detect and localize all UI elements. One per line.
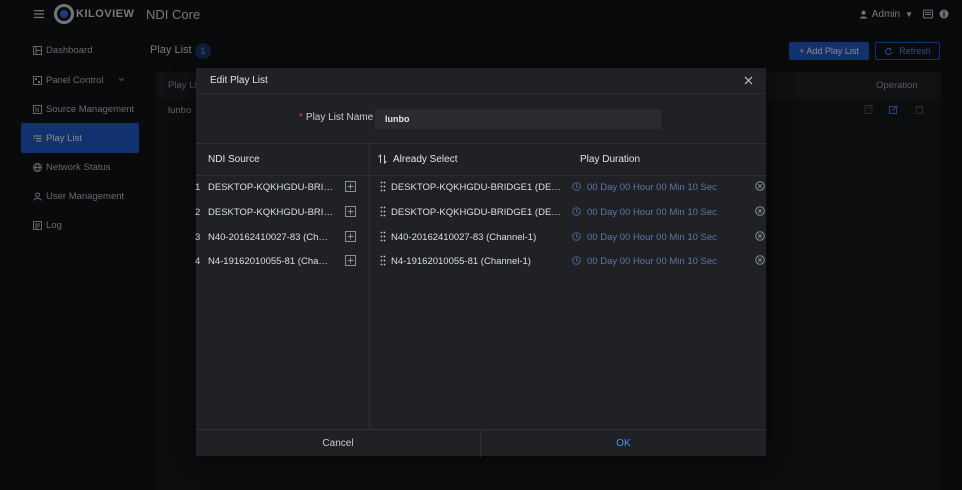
list-item: 3 N40-20162410027-83 (Channel-1) (195, 226, 370, 250)
sort-icon[interactable] (378, 154, 387, 164)
source-index: 3 (195, 232, 201, 243)
add-icon[interactable] (345, 181, 356, 192)
remove-circle-icon[interactable] (755, 255, 765, 265)
selected-item: N40-20162410027-83 (Channel-1) 00 Day 00… (371, 226, 766, 250)
selected-source-name: DESKTOP-KQKHGDU-BRIDGE1 (DESKTOP-KQKHGDU… (391, 207, 563, 218)
play-list-name-input[interactable] (375, 109, 661, 129)
dialog-header: Edit Play List (196, 68, 766, 94)
drag-handle-icon[interactable] (380, 231, 386, 242)
list-item: 4 N4-19162010055-81 (Channel-1) (195, 250, 370, 274)
source-name: DESKTOP-KQKHGDU-BRIDGE1 (DESKTOP-KQKHGDU… (208, 207, 333, 218)
drag-handle-icon[interactable] (380, 206, 386, 217)
drag-handle-icon[interactable] (380, 255, 386, 266)
source-name: DESKTOP-KQKHGDU-BRIDGE1 (DESKTOP-KQKHGDU… (208, 182, 333, 193)
selected-source-name: DESKTOP-KQKHGDU-BRIDGE1 (DESKTOP-KQKHGDU… (391, 182, 563, 193)
clock-icon (572, 232, 581, 241)
dialog-title: Edit Play List (210, 75, 268, 86)
selected-item: DESKTOP-KQKHGDU-BRIDGE1 (DESKTOP-KQKHGDU… (371, 201, 766, 225)
ok-button[interactable]: OK (481, 430, 766, 457)
source-name: N4-19162010055-81 (Channel-1) (208, 256, 333, 267)
close-icon[interactable] (744, 76, 753, 85)
clock-icon (572, 207, 581, 216)
clock-icon (572, 182, 581, 191)
add-icon[interactable] (345, 231, 356, 242)
source-name: N40-20162410027-83 (Channel-1) (208, 232, 333, 243)
remove-circle-icon[interactable] (755, 206, 765, 216)
dialog-footer: Cancel OK (196, 429, 766, 457)
already-select-panel: Already Select Play Duration DESKTOP-KQK… (371, 143, 766, 429)
selected-source-name: N40-20162410027-83 (Channel-1) (391, 232, 537, 243)
list-item: 1 DESKTOP-KQKHGDU-BRIDGE1 (DESKTOP-KQKHG… (195, 176, 370, 200)
already-select-header: Already Select (393, 154, 458, 165)
add-icon[interactable] (345, 255, 356, 266)
selected-item: DESKTOP-KQKHGDU-BRIDGE1 (DESKTOP-KQKHGDU… (371, 176, 766, 200)
ndi-source-header: NDI Source (208, 154, 260, 165)
selected-source-name: N4-19162010055-81 (Channel-1) (391, 256, 531, 267)
duration-picker[interactable]: 00 Day 00 Hour 00 Min 10 Sec (587, 256, 717, 267)
cancel-button[interactable]: Cancel (196, 430, 481, 457)
duration-picker[interactable]: 00 Day 00 Hour 00 Min 10 Sec (587, 232, 717, 243)
duration-picker[interactable]: 00 Day 00 Hour 00 Min 10 Sec (587, 182, 717, 193)
selected-item: N4-19162010055-81 (Channel-1) 00 Day 00 … (371, 250, 766, 274)
duration-picker[interactable]: 00 Day 00 Hour 00 Min 10 Sec (587, 207, 717, 218)
remove-circle-icon[interactable] (755, 181, 765, 191)
play-duration-header: Play Duration (580, 154, 641, 165)
source-index: 2 (195, 207, 201, 218)
clock-icon (572, 256, 581, 265)
add-icon[interactable] (345, 206, 356, 217)
list-item: 2 DESKTOP-KQKHGDU-BRIDGE1 (DESKTOP-KQKHG… (195, 201, 370, 225)
ndi-source-panel: NDI Source 1 DESKTOP-KQKHGDU-BRIDGE1 (DE… (195, 143, 370, 429)
remove-circle-icon[interactable] (755, 231, 765, 241)
drag-handle-icon[interactable] (380, 181, 386, 192)
source-index: 4 (195, 256, 201, 267)
source-index: 1 (195, 182, 201, 193)
play-list-name-label: * Play List Name (299, 112, 374, 123)
edit-play-list-dialog: Edit Play List *Play List Name NDI Sourc… (195, 68, 766, 457)
